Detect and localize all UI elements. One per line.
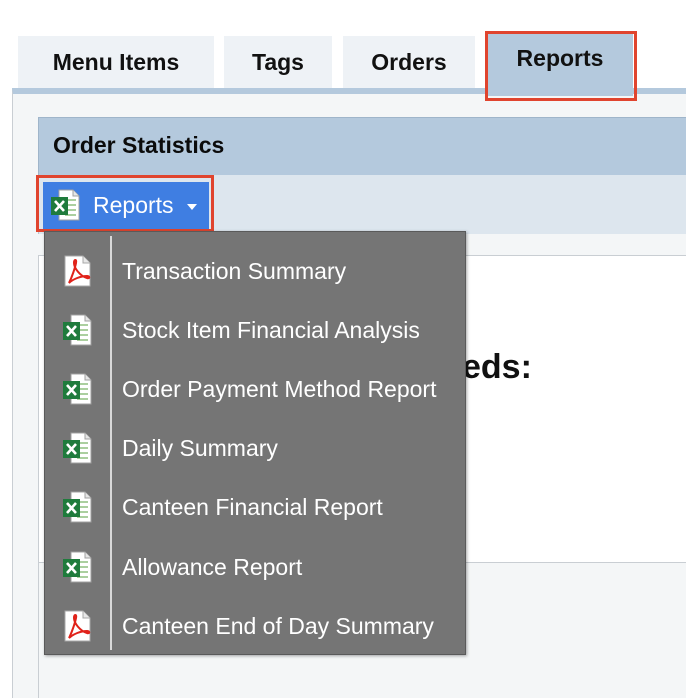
excel-icon xyxy=(63,491,92,523)
excel-icon xyxy=(63,373,92,405)
chevron-down-icon xyxy=(187,204,197,210)
menu-item-stock-item-financial-analysis[interactable]: Stock Item Financial Analysis xyxy=(45,301,465,360)
tab-tags-label: Tags xyxy=(252,48,304,75)
reports-dropdown-button[interactable]: Reports xyxy=(43,182,209,229)
menu-item-label: Allowance Report xyxy=(122,554,303,580)
menu-item-transaction-summary[interactable]: Transaction Summary xyxy=(45,242,465,301)
reports-button-label: Reports xyxy=(93,192,174,218)
pdf-icon xyxy=(64,255,91,287)
excel-icon xyxy=(51,189,80,221)
menu-item-canteen-financial-report[interactable]: Canteen Financial Report xyxy=(45,478,465,537)
excel-icon xyxy=(63,314,92,346)
pdf-icon xyxy=(64,610,91,642)
excel-icon xyxy=(63,551,92,583)
menu-item-label: Canteen End of Day Summary xyxy=(122,613,434,639)
tab-reports[interactable]: Reports xyxy=(487,34,633,96)
menu-item-order-payment-method-report[interactable]: Order Payment Method Report xyxy=(45,360,465,419)
menu-item-allowance-report[interactable]: Allowance Report xyxy=(45,538,465,597)
partial-heading-text: eds: xyxy=(462,348,532,386)
excel-icon xyxy=(63,432,92,464)
reports-dropdown-menu: Transaction Summary Stock Item Financial… xyxy=(44,231,466,655)
menu-item-label: Order Payment Method Report xyxy=(122,376,437,402)
tab-menu-items[interactable]: Menu Items xyxy=(18,36,214,88)
menu-item-label: Stock Item Financial Analysis xyxy=(122,317,420,343)
tab-menu-items-label: Menu Items xyxy=(52,48,180,75)
menu-item-daily-summary[interactable]: Daily Summary xyxy=(45,419,465,478)
tab-orders-label: Orders xyxy=(371,48,447,75)
tab-orders[interactable]: Orders xyxy=(343,36,475,88)
tab-reports-label: Reports xyxy=(516,45,604,71)
menu-item-label: Canteen Financial Report xyxy=(122,494,383,520)
order-statistics-header: Order Statistics xyxy=(38,117,686,175)
panel-title: Order Statistics xyxy=(53,132,225,158)
tab-tags[interactable]: Tags xyxy=(224,36,332,88)
menu-item-label: Transaction Summary xyxy=(122,258,347,284)
menu-item-canteen-end-of-day-summary[interactable]: Canteen End of Day Summary xyxy=(45,597,465,656)
menu-item-label: Daily Summary xyxy=(122,435,278,461)
